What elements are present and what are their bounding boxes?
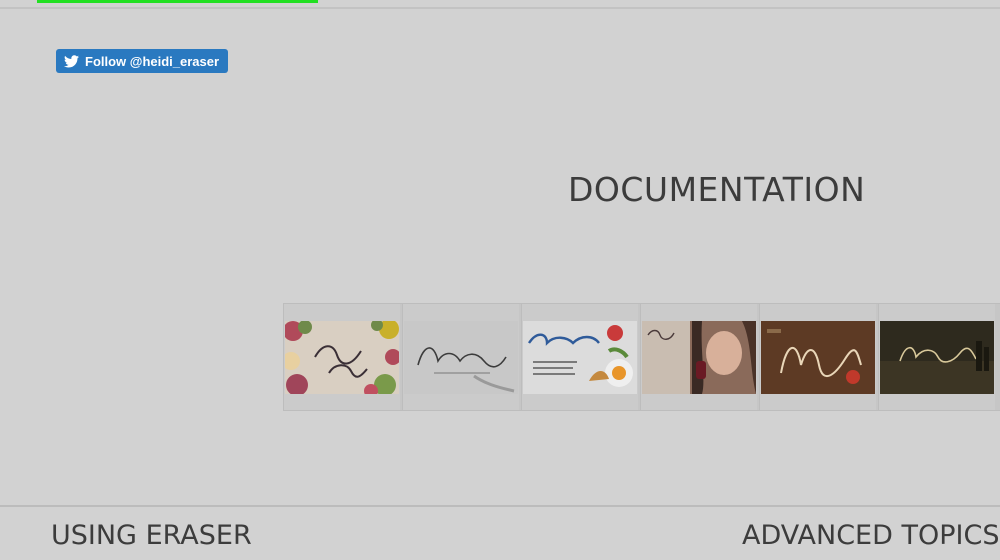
bottega-script-preview-image: [880, 321, 994, 394]
gallery-thumb-mozart[interactable]: [759, 304, 876, 410]
sexy-preview-image: [642, 321, 756, 394]
thank-you-preview-image: [285, 321, 399, 394]
gallery-thumb-anitha[interactable]: [402, 304, 519, 410]
top-divider: [0, 7, 1000, 9]
gallery-thumb-thank-you[interactable]: [283, 304, 400, 410]
nav-using-eraser[interactable]: USING ERASER: [51, 520, 252, 551]
footer-divider: [0, 505, 1000, 507]
page-title: DOCUMENTATION: [568, 170, 866, 209]
twitter-follow-button[interactable]: Follow @heidi_eraser: [56, 49, 229, 73]
mozart-preview-image: [761, 321, 875, 394]
gallery-thumb-delighter[interactable]: [521, 304, 638, 410]
gallery-thumb-sexy[interactable]: [640, 304, 757, 410]
twitter-bird-icon: [64, 54, 79, 68]
twitter-follow-label: Follow @heidi_eraser: [85, 53, 220, 69]
page-load-progress-bar: [37, 0, 318, 3]
delighter-preview-image: [523, 321, 637, 394]
anitha-preview-image: [404, 321, 518, 394]
gallery-thumb-bottega-script[interactable]: [878, 304, 995, 410]
font-preview-gallery: [283, 303, 1000, 411]
nav-advanced-topics[interactable]: ADVANCED TOPICS: [742, 520, 999, 551]
